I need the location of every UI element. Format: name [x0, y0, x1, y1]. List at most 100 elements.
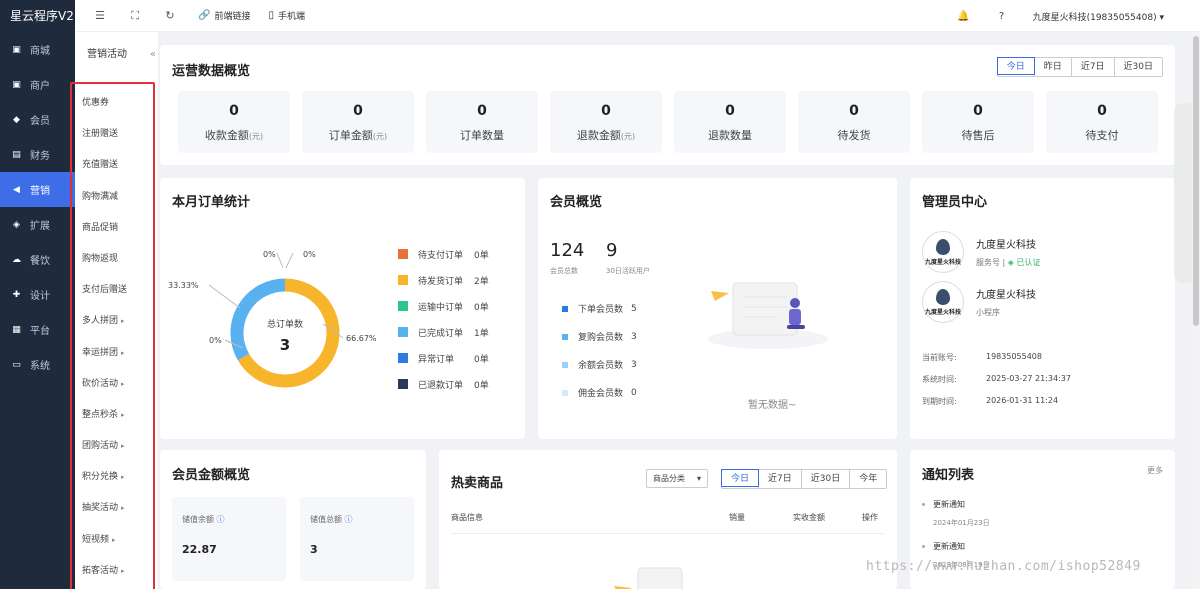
account-service[interactable]: 九度星火科技 九度星火科技 服务号 | ◈ 已认证: [922, 231, 1040, 273]
nav-item[interactable]: ◈ 扩展: [0, 207, 75, 242]
stat-label: 订单金额(元): [302, 127, 414, 143]
legend-count: 0单: [474, 354, 489, 365]
member-stat-row: 下单会员数 5: [562, 302, 637, 315]
subnav-item[interactable]: 拓客活动 ▸: [72, 556, 153, 587]
notice-item[interactable]: 更新通知: [922, 499, 965, 510]
fullscreen-icon[interactable]: ⛶: [125, 9, 145, 23]
legend-item[interactable]: 待发货订单 2单: [398, 267, 489, 293]
subnav-label: 砍价活动: [82, 378, 119, 389]
stored-total-label: 储值总额: [310, 515, 342, 524]
nav-item[interactable]: ▤ 财务: [0, 137, 75, 172]
subnav-item[interactable]: 幸运拼团 ▸: [72, 338, 153, 369]
mobile-button[interactable]: ▯ 手机端: [268, 9, 305, 22]
brand-logo[interactable]: 星云程序V2: [0, 0, 75, 32]
legend-count: 1单: [474, 328, 489, 339]
nav-item[interactable]: ▣ 商城: [0, 32, 75, 67]
subnav-label: 整点秒杀: [82, 409, 119, 420]
nav-item[interactable]: ✚ 设计: [0, 277, 75, 312]
donut-center-value: 3: [280, 336, 290, 354]
legend-label: 已完成订单: [418, 328, 464, 339]
chart-legend: 待支付订单 0单 待发货订单 2单 运输中订单 0单 已完成订单 1单 异常订单 0单 已退款订单 0…: [398, 241, 489, 397]
info-icon[interactable]: ⓘ: [345, 515, 353, 524]
stat-value: 0: [725, 103, 735, 119]
account-type: 小程序: [976, 308, 1000, 317]
menu-toggle-icon[interactable]: ☰: [90, 9, 110, 22]
ops-title: 运营数据概览: [172, 64, 251, 79]
legend-item[interactable]: 已完成订单 1单: [398, 319, 489, 345]
legend-item[interactable]: 运输中订单 0单: [398, 293, 489, 319]
subnav-item[interactable]: 支付后赠送: [72, 275, 153, 306]
more-link[interactable]: 更多: [1147, 465, 1163, 476]
refresh-icon[interactable]: ↻: [160, 9, 180, 22]
slice-percent-label: 0%: [263, 250, 276, 259]
label-leader-line: [285, 252, 294, 269]
finance-icon: ▤: [12, 149, 21, 160]
legend-label: 运输中订单: [418, 302, 464, 313]
label-leader-line: [276, 252, 284, 269]
user-menu[interactable]: 九度星火科技(19835055408) ▾: [1033, 10, 1164, 23]
account-miniprogram[interactable]: 九度星火科技 九度星火科技 小程序: [922, 281, 1036, 323]
caret-right-icon: ▸: [121, 379, 125, 388]
legend-item[interactable]: 已退款订单 0单: [398, 371, 489, 397]
help-icon[interactable]: ?: [995, 11, 1009, 22]
floating-toolbar[interactable]: [1174, 103, 1192, 283]
subnav-item[interactable]: 购物满减: [72, 182, 153, 213]
subnav-item[interactable]: 短视频 ▸: [72, 525, 153, 556]
secondary-sidebar: 营销活动 « 优惠券 注册赠送 充值赠送 购物满减 商品促销 购物返现 支付后赠送 多人拼团 ▸…: [70, 32, 159, 589]
legend-swatch: [398, 275, 408, 285]
range-tab[interactable]: 今日: [721, 469, 760, 487]
range-tab[interactable]: 近7日: [1070, 58, 1114, 76]
scrollbar-thumb[interactable]: [1193, 36, 1199, 326]
member-title: 会员概览: [550, 195, 603, 210]
subnav-item[interactable]: 抽奖活动 ▸: [72, 493, 153, 524]
subnav-item[interactable]: 团购活动 ▸: [72, 431, 153, 462]
nav-item[interactable]: ◆ 会员: [0, 102, 75, 137]
stat-label: 退款金额(元): [550, 127, 662, 143]
month-title: 本月订单统计: [172, 195, 251, 210]
caret-right-icon: ▸: [121, 473, 125, 482]
range-tab[interactable]: 今年: [849, 470, 886, 488]
stat-value: 0: [601, 103, 611, 119]
subnav-item[interactable]: 注册赠送: [72, 119, 153, 150]
frontend-link-button[interactable]: 🔗 前端链接: [198, 9, 250, 22]
collapse-icon[interactable]: «: [150, 49, 156, 60]
subnav-item[interactable]: 购物返现: [72, 244, 153, 275]
range-tab[interactable]: 近7日: [758, 470, 801, 488]
range-tab[interactable]: 近30日: [1113, 58, 1162, 76]
subnav-item[interactable]: 整点秒杀 ▸: [72, 400, 153, 431]
subnav-label: 优惠券: [82, 98, 110, 108]
slice-percent-label: 33.33%: [168, 281, 199, 290]
nav-item[interactable]: ▦ 平台: [0, 312, 75, 347]
legend-item[interactable]: 异常订单 0单: [398, 345, 489, 371]
notice-item[interactable]: 更新通知: [922, 541, 965, 552]
nav-item[interactable]: ◀ 营销: [0, 172, 75, 207]
subnav-item[interactable]: 多人拼团 ▸: [72, 306, 153, 337]
stored-balance-value: 22.87: [182, 543, 217, 556]
notice-title: 通知列表: [922, 468, 975, 483]
nav-item[interactable]: ▭ 系统: [0, 347, 75, 382]
subnav-item[interactable]: 砍价活动 ▸: [72, 369, 153, 400]
info-icon[interactable]: ⓘ: [217, 515, 225, 524]
subnav-label: 多人拼团: [82, 316, 119, 327]
subnav-label: 充值赠送: [82, 160, 119, 171]
legend-item[interactable]: 待支付订单 0单: [398, 241, 489, 267]
operations-overview-card: 运营数据概览 今日 昨日 近7日 近30日 0 收款金额(元) 0 订单金额(元) 0 订单数量…: [160, 45, 1175, 165]
range-tab[interactable]: 昨日: [1033, 58, 1071, 76]
subnav-item[interactable]: 优惠券: [72, 88, 153, 119]
label-leader-line: [208, 284, 241, 309]
page-scrollbar[interactable]: [1192, 32, 1200, 589]
subnav-item[interactable]: 积分兑换 ▸: [72, 462, 153, 493]
nav-item[interactable]: ▣ 商户: [0, 67, 75, 102]
member-stat-row: 余额会员数 3: [562, 358, 637, 371]
member-icon: ◆: [13, 114, 20, 125]
subnav-item[interactable]: 充值赠送: [72, 150, 153, 181]
range-tab[interactable]: 今日: [996, 57, 1035, 75]
stat-label-text: 退款数量: [708, 129, 752, 142]
legend-label: 已退款订单: [418, 380, 464, 391]
range-tab[interactable]: 近30日: [800, 470, 849, 488]
category-dropdown[interactable]: 商品分类 ▾: [646, 469, 708, 488]
nav-item[interactable]: ☁ 餐饮: [0, 242, 75, 277]
bell-icon[interactable]: 🔔: [957, 11, 971, 22]
subnav-item[interactable]: 商品促销: [72, 213, 153, 244]
member-total: 124: [550, 240, 585, 261]
